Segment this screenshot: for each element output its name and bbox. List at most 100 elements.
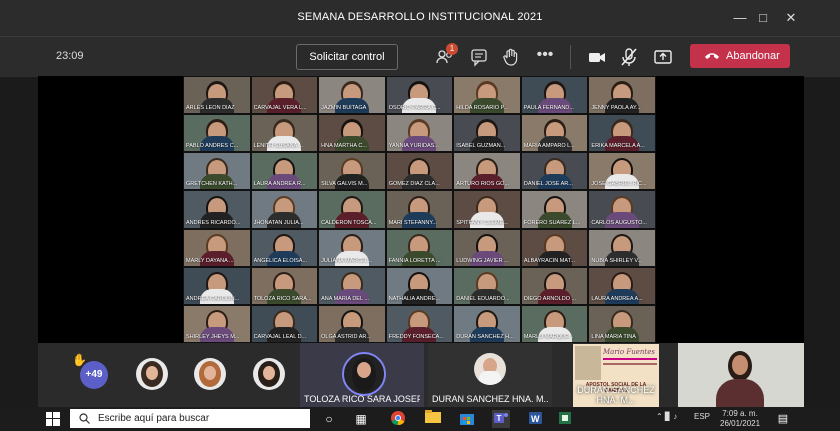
participant-name: LUDWING JAVIER ...: [456, 257, 509, 264]
participant-tile[interactable]: MARI STEFANNY...: [385, 190, 454, 229]
participant-tile[interactable]: MARLU MARQUE...: [520, 304, 589, 343]
participant-tile[interactable]: LUDWING JAVIER ...: [453, 228, 521, 267]
avatar[interactable]: [194, 358, 226, 390]
participant-tile[interactable]: SPITFANY CLEME...: [453, 190, 521, 229]
participant-tile[interactable]: DURAN SANCHEZ H...: [453, 304, 521, 343]
participant-tile[interactable]: CARLOS AUGUSTO...: [588, 190, 656, 229]
participant-tile[interactable]: ERIKA MARCELA A...: [588, 114, 656, 153]
participant-tile[interactable]: ANA MARIA DEL ...: [318, 266, 386, 305]
participant-name: ANDREA CAROLIN...: [186, 295, 240, 302]
participant-tile[interactable]: FREDDY FONSECA...: [385, 304, 454, 343]
participant-tile[interactable]: GRETCHEN KATH...: [183, 152, 251, 191]
cortana-icon[interactable]: ○: [320, 410, 338, 428]
participant-tile[interactable]: JULIANA MARCEL...: [318, 228, 386, 267]
participant-tile[interactable]: SHIRLEY JHEYS M...: [183, 304, 251, 343]
notifications-icon[interactable]: ▤: [774, 410, 792, 428]
participant-name: CARVAJAL LEAL D...: [253, 333, 307, 340]
minimize-icon[interactable]: —: [730, 8, 750, 28]
chrome-icon[interactable]: [389, 410, 407, 428]
participant-tile[interactable]: TOLOZA RICO SARA...: [250, 266, 319, 305]
participant-name: YANNIA YURIDAS...: [388, 143, 439, 150]
participant-tile[interactable]: FANNIA LORETTA ...: [385, 228, 454, 267]
participant-tile[interactable]: JAZMIN BUITAGA: [318, 76, 386, 115]
featured-participant-tile[interactable]: DURAN SANCHEZ HNA. M...: [428, 343, 552, 407]
raise-hand-icon[interactable]: [500, 46, 522, 68]
teams-icon[interactable]: T: [492, 410, 510, 428]
participant-tile[interactable]: MARLY DAYANA ...: [183, 228, 251, 267]
participant-tile[interactable]: DANIEL EDUARDO...: [453, 266, 521, 305]
camera-icon[interactable]: [586, 46, 608, 68]
word-icon[interactable]: W: [526, 410, 544, 428]
participant-tile[interactable]: NUBIA SHIRLEY V...: [588, 228, 656, 267]
chat-icon[interactable]: [468, 46, 490, 68]
language-indicator[interactable]: ESP: [694, 412, 710, 421]
participant-name: FREDDY FONSECA...: [388, 333, 444, 340]
leave-button[interactable]: Abandonar: [690, 44, 790, 68]
store-icon[interactable]: [458, 410, 476, 428]
participant-tile[interactable]: LAURA ANDREA A...: [588, 266, 656, 305]
leave-label: Abandonar: [726, 50, 780, 62]
participant-tile[interactable]: GOMEZ DIAZ CLA...: [385, 152, 454, 191]
participant-tile[interactable]: LENITH SUSANA ...: [250, 114, 319, 153]
participant-name: FANNIA LORETTA ...: [388, 257, 441, 264]
participant-tile[interactable]: ANDRES RICARDO...: [183, 190, 251, 229]
participant-tile[interactable]: JENNY PAOLA AY...: [588, 76, 656, 115]
participant-tile[interactable]: JOSE GABRIEL RIC...: [588, 152, 656, 191]
microphone-muted-icon[interactable]: [618, 46, 640, 68]
participant-tile[interactable]: YANNIA YURIDAS...: [385, 114, 454, 153]
taskbar-search-box[interactable]: Escribe aquí para buscar: [70, 409, 310, 428]
participant-tile[interactable]: HNA MARTHA C...: [318, 114, 386, 153]
participant-tile[interactable]: CARVAJAL VERA L...: [250, 76, 319, 115]
shared-flyer-tile[interactable]: Mario Fuentes APOSTOL SOCIAL DE LA CARID…: [573, 344, 659, 407]
svg-text:W: W: [531, 414, 540, 424]
window-title: SEMANA DESARROLLO INSTITUCIONAL 2021: [297, 11, 543, 23]
meeting-timer: 23:09: [56, 50, 84, 62]
participant-tile[interactable]: CALDERON TOSCA...: [318, 190, 386, 229]
more-participants-button[interactable]: +49: [80, 361, 108, 389]
avatar[interactable]: [253, 358, 285, 390]
participant-tile[interactable]: NATHALIA ANDRE...: [385, 266, 454, 305]
participant-tile[interactable]: LINA MARIA TINA: [588, 304, 656, 343]
participant-tile[interactable]: ARLES LEON DIAZ: [183, 76, 251, 115]
participant-tile[interactable]: SILVA GALVIS M...: [318, 152, 386, 191]
flyer-photo: [575, 346, 601, 380]
task-view-icon[interactable]: ▦: [352, 410, 370, 428]
participant-tile[interactable]: OLGA ASTRID AR...: [318, 304, 386, 343]
participant-tile[interactable]: PAULA FERNAND...: [520, 76, 589, 115]
participant-tile[interactable]: ANDREA CAROLIN...: [183, 266, 251, 305]
hang-up-icon: [705, 53, 719, 59]
participant-name: ALBAYRACIN MAT...: [523, 257, 575, 264]
participant-tile[interactable]: FORERO SUAREZ L...: [520, 190, 589, 229]
participant-tile[interactable]: MARIA AMPARO L...: [520, 114, 589, 153]
taskbar-clock[interactable]: 7:09 a. m. 26/01/2021: [720, 409, 760, 429]
participant-tile[interactable]: OSORIO PARRA C...: [385, 76, 454, 115]
tray-icons[interactable]: ⌃ ▊ ♪: [656, 412, 677, 421]
participant-tile[interactable]: ANGELICA ELOISA...: [250, 228, 319, 267]
self-view-video[interactable]: [678, 343, 804, 407]
file-explorer-icon[interactable]: [424, 410, 442, 428]
more-options-icon[interactable]: •••: [534, 46, 556, 68]
participant-tile[interactable]: ISABEL GUZMAN...: [453, 114, 521, 153]
participant-name: DURAN SANCHEZ HNA. M...: [432, 394, 548, 404]
avatar[interactable]: [136, 358, 168, 390]
participant-tile[interactable]: ARTURO RIOS GO...: [453, 152, 521, 191]
share-screen-icon[interactable]: [652, 46, 674, 68]
participant-tile[interactable]: CARVAJAL LEAL D...: [250, 304, 319, 343]
participant-tile[interactable]: PABLO ANDRES C...: [183, 114, 251, 153]
participant-name: ERIKA MARCELA A...: [591, 143, 645, 150]
maximize-icon[interactable]: □: [753, 8, 773, 28]
participant-tile[interactable]: DANIEL JOSE AR...: [520, 152, 589, 191]
participant-tile[interactable]: ALBAYRACIN MAT...: [520, 228, 589, 267]
participant-grid: ARLES LEON DIAZ CARVAJAL VERA L... JAZMIN …: [183, 76, 656, 343]
participant-tile[interactable]: LAURA ANDREA R...: [250, 152, 319, 191]
participant-tile[interactable]: HILDA ROSARIO P...: [453, 76, 521, 115]
participant-name: GRETCHEN KATH...: [186, 181, 238, 188]
windows-start-icon[interactable]: [46, 412, 60, 426]
participant-name: HNA MARTHA C...: [321, 143, 367, 150]
request-control-button[interactable]: Solicitar control: [296, 44, 398, 70]
participant-tile[interactable]: JHONATAN JULIA...: [250, 190, 319, 229]
close-icon[interactable]: ✕: [781, 8, 801, 28]
featured-participant-tile[interactable]: TOLOZA RICO SARA JOSEFA: [300, 343, 424, 407]
spreadsheet-icon[interactable]: [556, 410, 574, 428]
participant-tile[interactable]: DIEGO ARNOLDO ...: [520, 266, 589, 305]
